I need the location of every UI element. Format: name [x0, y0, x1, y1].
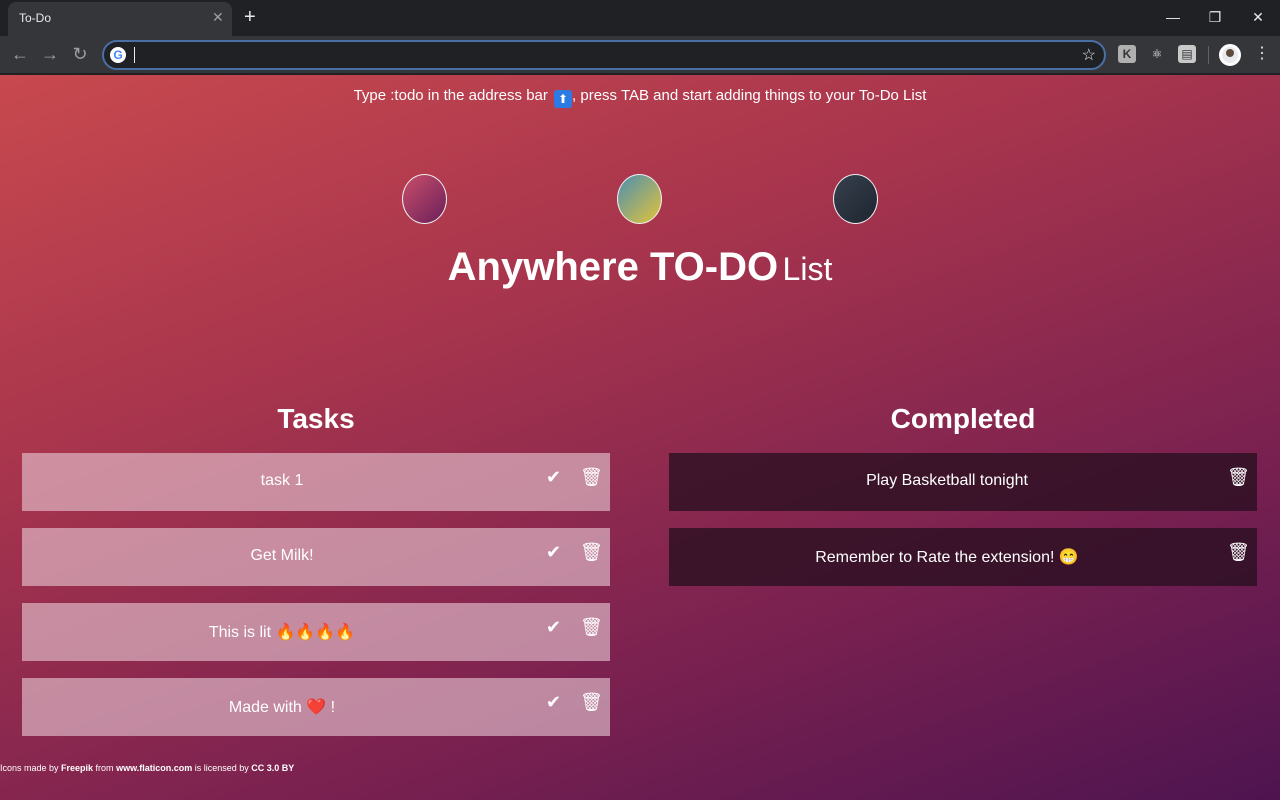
completed-heading: Completed — [890, 403, 1036, 434]
tab-title: To-Do — [19, 11, 52, 25]
trash-icon[interactable]: 🗑 — [1227, 467, 1250, 488]
google-icon: G — [110, 47, 126, 63]
credits-text-a: Icons made by — [0, 763, 62, 773]
completed-text: Play Basketball tonight — [866, 472, 1028, 489]
completed-item: Remember to Rate the extension! 😁 🗑 — [669, 528, 1257, 586]
close-tab-icon[interactable]: ✕ — [212, 10, 224, 24]
task-item: task 1 ✔ 🗑 — [22, 453, 610, 511]
check-icon[interactable]: ✔ — [546, 692, 561, 713]
back-button[interactable]: ← — [8, 42, 32, 66]
title-sub: List — [782, 251, 833, 287]
tab-strip: To-Do ✕ + — ❐ ✕ — [0, 0, 1280, 36]
task-item: Get Milk! ✔ 🗑 — [22, 528, 610, 586]
trash-icon[interactable]: 🗑 — [580, 617, 603, 638]
todo-page: Type :todo in the address bar ⬆, press T… — [0, 75, 1280, 800]
toolbar-divider — [1208, 46, 1209, 64]
task-item: Made with ❤️ ! ✔ 🗑 — [22, 678, 610, 736]
react-devtools-icon[interactable]: ⚛ — [1148, 45, 1166, 63]
address-bar[interactable]: G ☆ — [102, 40, 1106, 70]
hint-suffix: , press TAB and start adding things to y… — [572, 87, 927, 104]
text-caret — [134, 47, 135, 63]
completed-item: Play Basketball tonight 🗑 — [669, 453, 1257, 511]
task-text: Get Milk! — [250, 547, 314, 564]
credits-text-c: is licensed by — [192, 763, 252, 773]
restore-button[interactable]: ❐ — [1200, 6, 1230, 28]
check-icon[interactable]: ✔ — [546, 542, 561, 563]
task-text: task 1 — [260, 472, 304, 489]
trash-icon[interactable]: 🗑 — [580, 467, 603, 488]
task-text: This is lit 🔥🔥🔥🔥 — [208, 624, 356, 641]
theme-red-purple-button[interactable] — [402, 174, 447, 224]
profile-avatar[interactable] — [1219, 44, 1241, 66]
close-window-button[interactable]: ✕ — [1243, 6, 1273, 28]
icon-credits: Icons made by Freepik from www.flaticon.… — [0, 763, 294, 773]
check-icon[interactable]: ✔ — [546, 467, 561, 488]
minimize-button[interactable]: — — [1158, 6, 1188, 28]
credits-author-link[interactable]: Freepik — [61, 763, 93, 773]
trash-icon[interactable]: 🗑 — [1227, 542, 1250, 563]
extension-k-icon[interactable]: K — [1118, 45, 1136, 63]
bookmark-star-icon[interactable]: ☆ — [1082, 45, 1096, 65]
clipboard-extension-icon[interactable]: ▤ — [1178, 45, 1196, 63]
new-tab-button[interactable]: + — [244, 6, 256, 28]
credits-license-link[interactable]: CC 3.0 BY — [251, 763, 294, 773]
usage-hint: Type :todo in the address bar ⬆, press T… — [0, 87, 1280, 108]
credits-text-b: from — [93, 763, 117, 773]
task-text: Made with ❤️ ! — [228, 699, 336, 716]
task-item: This is lit 🔥🔥🔥🔥 ✔ 🗑 — [22, 603, 610, 661]
trash-icon[interactable]: 🗑 — [580, 692, 603, 713]
completed-text: Remember to Rate the extension! 😁 — [815, 549, 1079, 566]
check-icon[interactable]: ✔ — [546, 617, 561, 638]
forward-button[interactable]: → — [38, 42, 62, 66]
reload-button[interactable]: ↻ — [68, 42, 92, 66]
theme-blue-yellow-button[interactable] — [617, 174, 662, 224]
page-title: Anywhere TO-DO List — [0, 245, 1280, 290]
tasks-heading: Tasks — [277, 403, 355, 434]
trash-icon[interactable]: 🗑 — [580, 542, 603, 563]
credits-site-link[interactable]: www.flaticon.com — [116, 763, 192, 773]
browser-menu-icon[interactable]: ⋮ — [1254, 45, 1270, 63]
hint-prefix: Type :todo in the address bar — [353, 87, 548, 104]
up-arrow-icon: ⬆ — [554, 90, 573, 108]
browser-toolbar: ← → ↻ G ☆ K ⚛ ▤ ⋮ — [0, 36, 1280, 74]
browser-tab[interactable]: To-Do ✕ — [8, 2, 232, 36]
theme-dark-button[interactable] — [833, 174, 878, 224]
title-main: Anywhere TO-DO — [447, 245, 779, 289]
